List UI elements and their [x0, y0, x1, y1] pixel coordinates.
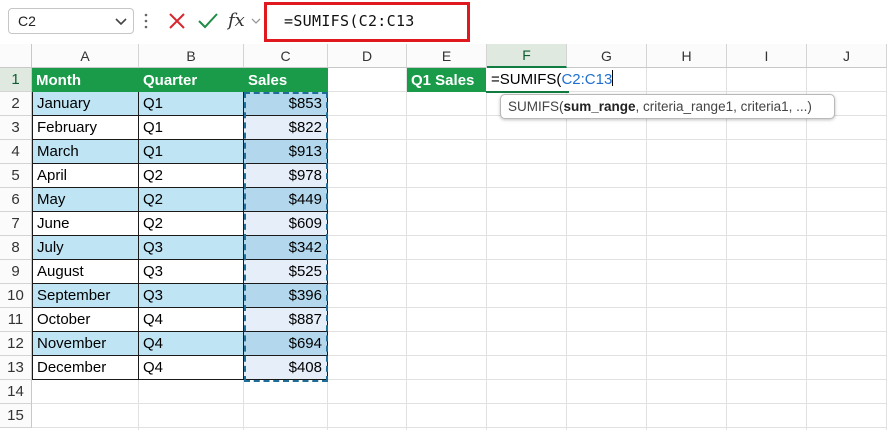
table-header-month[interactable]: Month — [32, 68, 139, 92]
quarter-cell[interactable]: Q1 — [139, 140, 244, 164]
gridline — [32, 427, 887, 428]
formula-highlight-box — [264, 2, 470, 42]
q1-sales-label[interactable]: Q1 Sales — [407, 68, 487, 92]
sales-cell[interactable]: $853 — [244, 92, 328, 116]
table-header-quarter[interactable]: Quarter — [139, 68, 244, 92]
quarter-cell[interactable]: Q2 — [139, 164, 244, 188]
column-header-g[interactable]: G — [567, 44, 647, 68]
month-cell[interactable]: March — [32, 140, 139, 164]
sales-cell[interactable]: $449 — [244, 188, 328, 212]
sales-cell[interactable]: $342 — [244, 236, 328, 260]
row-header-10[interactable]: 10 — [0, 284, 32, 308]
row-header-8[interactable]: 8 — [0, 236, 32, 260]
row-header-14[interactable]: 14 — [0, 380, 32, 404]
column-header-f[interactable]: F — [487, 44, 567, 68]
tooltip-current-arg: sum_range — [563, 99, 636, 114]
name-box[interactable]: C2 — [8, 8, 134, 34]
gridline — [486, 68, 487, 430]
checkmark-icon[interactable] — [196, 8, 220, 34]
text-caret — [612, 70, 614, 86]
sales-cell[interactable]: $396 — [244, 284, 328, 308]
row-header-2[interactable]: 2 — [0, 92, 32, 116]
insert-function-button[interactable]: fx — [228, 10, 245, 36]
row-header-7[interactable]: 7 — [0, 212, 32, 236]
quarter-cell[interactable]: Q2 — [139, 212, 244, 236]
column-header-h[interactable]: H — [647, 44, 727, 68]
month-cell[interactable]: February — [32, 116, 139, 140]
formula-bar: C2 fx =SUMIFS(C2:C13 — [0, 0, 887, 44]
month-cell[interactable]: June — [32, 212, 139, 236]
quarter-cell[interactable]: Q1 — [139, 116, 244, 140]
quarter-cell[interactable]: Q1 — [139, 92, 244, 116]
month-cell[interactable]: January — [32, 92, 139, 116]
column-header-b[interactable]: B — [139, 44, 244, 68]
gridline — [406, 68, 407, 430]
chevron-down-icon[interactable] — [249, 8, 263, 34]
row-header-13[interactable]: 13 — [0, 356, 32, 380]
row-header-6[interactable]: 6 — [0, 188, 32, 212]
sales-cell[interactable]: $525 — [244, 260, 328, 284]
table-header-sales[interactable]: Sales — [244, 68, 328, 92]
quarter-cell[interactable]: Q4 — [139, 308, 244, 332]
column-header-a[interactable]: A — [32, 44, 139, 68]
column-header-i[interactable]: I — [727, 44, 807, 68]
column-header-c[interactable]: C — [244, 44, 328, 68]
sales-cell[interactable]: $822 — [244, 116, 328, 140]
quarter-cell[interactable]: Q2 — [139, 188, 244, 212]
column-header-j[interactable]: J — [807, 44, 887, 68]
row-header-5[interactable]: 5 — [0, 164, 32, 188]
month-cell[interactable]: May — [32, 188, 139, 212]
month-cell[interactable]: October — [32, 308, 139, 332]
sales-cell[interactable]: $694 — [244, 332, 328, 356]
month-cell[interactable]: July — [32, 236, 139, 260]
sales-cell[interactable]: $978 — [244, 164, 328, 188]
select-all-corner[interactable] — [0, 44, 32, 68]
sales-cell[interactable]: $609 — [244, 212, 328, 236]
month-cell[interactable]: August — [32, 260, 139, 284]
chevron-down-icon[interactable] — [113, 12, 129, 30]
tooltip-func: SUMIFS( — [508, 99, 564, 114]
gridline — [566, 68, 567, 430]
sales-cell[interactable]: $887 — [244, 308, 328, 332]
function-tooltip[interactable]: SUMIFS(sum_range, criteria_range1, crite… — [500, 94, 835, 119]
month-cell[interactable]: September — [32, 284, 139, 308]
sales-cell[interactable]: $408 — [244, 356, 328, 380]
quarter-cell[interactable]: Q3 — [139, 260, 244, 284]
row-header-1[interactable]: 1 — [0, 68, 32, 92]
edit-func: =SUMIFS( — [491, 71, 562, 88]
tooltip-rest: , criteria_range1, criteria1, ...) — [635, 99, 812, 114]
month-cell[interactable]: November — [32, 332, 139, 356]
quarter-cell[interactable]: Q3 — [139, 236, 244, 260]
gridline — [646, 68, 647, 430]
row-header-9[interactable]: 9 — [0, 260, 32, 284]
row-header-3[interactable]: 3 — [0, 116, 32, 140]
month-cell[interactable]: April — [32, 164, 139, 188]
row-header-4[interactable]: 4 — [0, 140, 32, 164]
row-header-12[interactable]: 12 — [0, 332, 32, 356]
row-header-15[interactable]: 15 — [0, 404, 32, 428]
column-header-d[interactable]: D — [328, 44, 407, 68]
quarter-cell[interactable]: Q4 — [139, 356, 244, 380]
sales-cell[interactable]: $913 — [244, 140, 328, 164]
close-x-icon[interactable] — [166, 8, 188, 34]
gridline — [32, 403, 887, 404]
cell-edit-text: =SUMIFS(C2:C13 — [491, 70, 614, 88]
edit-reference: C2:C13 — [561, 71, 613, 88]
name-box-value: C2 — [18, 13, 36, 29]
row-header-11[interactable]: 11 — [0, 308, 32, 332]
more-options-icon[interactable] — [144, 12, 148, 30]
gridline — [726, 68, 727, 430]
gridline — [806, 68, 807, 430]
month-cell[interactable]: December — [32, 356, 139, 380]
column-header-e[interactable]: E — [407, 44, 487, 68]
quarter-cell[interactable]: Q4 — [139, 332, 244, 356]
quarter-cell[interactable]: Q3 — [139, 284, 244, 308]
